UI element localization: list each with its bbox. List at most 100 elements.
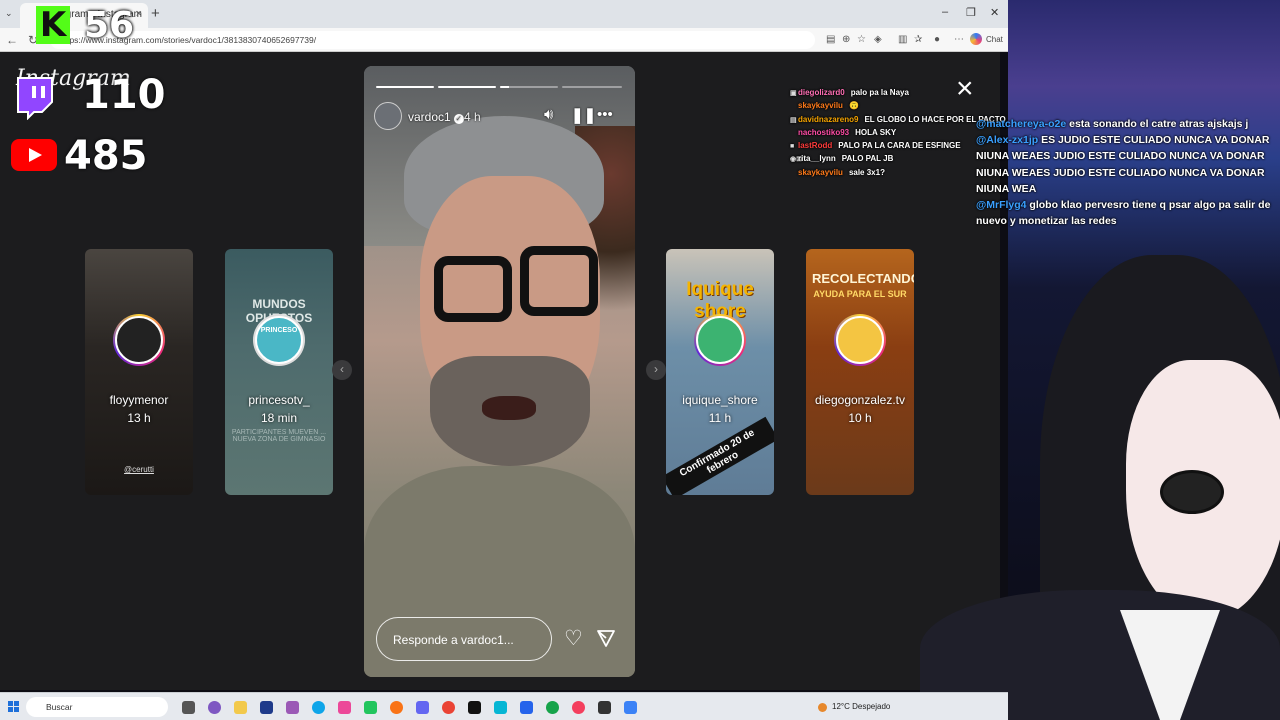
- story-card-iquique-shore[interactable]: Iquique shore iquique_shore 11 h Confirm…: [666, 249, 774, 495]
- app-icon[interactable]: [598, 701, 611, 714]
- copilot-label[interactable]: Chat: [986, 35, 1003, 44]
- pause-icon[interactable]: ❚❚: [571, 106, 596, 124]
- story-progress-segment: [438, 86, 496, 88]
- story-headline: RECOLECTANDO: [812, 271, 914, 286]
- chat-message: skaykayvilu 🙃: [790, 101, 1010, 114]
- app-icon[interactable]: [494, 701, 507, 714]
- story-progress-segment: [376, 86, 434, 88]
- windows-taskbar: ⌕ Buscar 12°C Despejado: [0, 692, 1008, 720]
- story-username: princesotv_: [248, 393, 310, 407]
- story-caption: PARTICIPANTES MUEVEN ... NUEVA ZONA DE G…: [231, 429, 327, 443]
- task-view-icon[interactable]: [182, 701, 195, 714]
- active-story[interactable]: vardoc1 ✓ 4 h 🔊︎ ❚❚ ••• Responde a vardoc…: [364, 66, 635, 677]
- read-mode-icon[interactable]: ▤: [826, 34, 835, 45]
- app-icon[interactable]: [364, 701, 377, 714]
- chat-username[interactable]: diegolizard0: [798, 88, 845, 97]
- favorites-icon[interactable]: ✰: [914, 34, 922, 45]
- copilot-icon[interactable]: [970, 33, 982, 45]
- chat-text: HOLA SKY: [855, 127, 897, 137]
- story-badge: PRINCESO: [260, 327, 298, 334]
- story-time: 18 min: [260, 411, 298, 425]
- next-story-arrow[interactable]: ›: [646, 360, 666, 380]
- kick-viewer-count: 56: [84, 5, 135, 46]
- avatar: [696, 316, 744, 364]
- new-tab-button[interactable]: +: [151, 5, 160, 22]
- volume-icon[interactable]: 🔊︎: [544, 106, 553, 123]
- app-icon[interactable]: [572, 701, 585, 714]
- more-options-icon[interactable]: •••: [597, 106, 613, 123]
- tab-list-chevron-icon[interactable]: ⌄: [5, 8, 13, 19]
- story-card-diegogonzalez[interactable]: RECOLECTANDO AYUDA PARA EL SUR diegogonz…: [806, 249, 914, 495]
- browser-toolbar: ← ↻ https://www.instagram.com/stories/va…: [0, 28, 1008, 52]
- story-username: diegogonzalez.tv: [814, 393, 906, 407]
- windows-start-icon[interactable]: [8, 701, 19, 712]
- app-icon[interactable]: [416, 701, 429, 714]
- like-heart-icon[interactable]: ♡: [564, 626, 583, 651]
- chat-badge-icon: ■: [790, 143, 795, 151]
- story-username-text: vardoc1: [408, 110, 451, 124]
- story-user-avatar[interactable]: [374, 102, 402, 130]
- chat-username[interactable]: lastRodd: [798, 141, 832, 150]
- kick-logo-icon: K: [36, 6, 70, 44]
- story-progress-segment: [562, 86, 622, 88]
- chat-mention[interactable]: @matchereya-o2e: [976, 118, 1066, 130]
- story-tag: @cerutti: [124, 465, 154, 474]
- app-icon[interactable]: [286, 701, 299, 714]
- story-card-princesotv[interactable]: MUNDOS OPUESTOS PRINCESO princesotv_ 18 …: [225, 249, 333, 495]
- address-bar[interactable]: https://www.instagram.com/stories/vardoc…: [50, 31, 815, 49]
- chat-text: esta sonando el catre atras ajskajs j: [1069, 118, 1249, 130]
- story-card-floyymenor[interactable]: floyymenor 13 h @cerutti: [85, 249, 193, 495]
- chat-username[interactable]: rita__lynn: [798, 154, 836, 163]
- side-chat-message: @Alex-zx1jp ES JUDIO ESTE CULIADO NUNCA …: [976, 132, 1276, 197]
- app-icon[interactable]: [338, 701, 351, 714]
- taskbar-search-input[interactable]: Buscar: [26, 697, 168, 717]
- profile-icon[interactable]: ●: [934, 34, 940, 45]
- youtube-viewer-count: 485: [64, 133, 148, 179]
- firefox-icon[interactable]: [390, 701, 403, 714]
- verified-badge-icon: ✓: [453, 114, 464, 124]
- chat-username[interactable]: skaykayvilu: [798, 168, 843, 177]
- chat-username[interactable]: skaykayvilu: [798, 101, 843, 110]
- story-avatar-ring: [253, 314, 305, 366]
- story-username[interactable]: vardoc1 ✓: [408, 110, 464, 124]
- app-v-icon[interactable]: [260, 701, 273, 714]
- share-send-icon[interactable]: [596, 628, 616, 648]
- side-chat-message: @matchereya-o2e esta sonando el catre at…: [976, 116, 1276, 132]
- chat-badge-icon: ▣: [790, 90, 797, 97]
- progress-fill: [376, 86, 434, 88]
- avatar: [115, 316, 163, 364]
- split-screen-icon[interactable]: ▥: [898, 34, 907, 45]
- app-icon[interactable]: [546, 701, 559, 714]
- weather-text[interactable]: 12°C Despejado: [832, 702, 890, 711]
- chat-badge-icon: ▤: [790, 116, 797, 124]
- file-explorer-icon[interactable]: [234, 701, 247, 714]
- zoom-icon[interactable]: ⊕: [842, 34, 850, 45]
- browser-tabbar: ⌄ Instagram • Instagram × + – ❐ ✕: [0, 0, 1008, 28]
- extensions-icon[interactable]: ◈: [874, 34, 882, 45]
- chat-username[interactable]: nachostiko93: [798, 128, 849, 137]
- minimize-button[interactable]: –: [942, 6, 948, 18]
- twitch-logo-icon: [17, 77, 53, 120]
- menu-dots-icon[interactable]: ⋯: [954, 34, 964, 45]
- favorite-star-icon[interactable]: ☆: [857, 34, 866, 45]
- previous-story-arrow[interactable]: ‹: [332, 360, 352, 380]
- close-window-button[interactable]: ✕: [990, 6, 999, 19]
- chrome-icon[interactable]: [442, 701, 455, 714]
- copilot-app-icon[interactable]: [208, 701, 221, 714]
- story-username: floyymenor: [109, 393, 169, 407]
- restore-button[interactable]: ❐: [966, 6, 976, 19]
- back-arrow-icon[interactable]: ←: [6, 33, 18, 47]
- chat-badge-icon: ◉⊠: [790, 156, 802, 164]
- chat-text: palo pa la Naya: [850, 88, 909, 97]
- app-icon[interactable]: [520, 701, 533, 714]
- app-icon[interactable]: [624, 701, 637, 714]
- edge-icon[interactable]: [312, 701, 325, 714]
- app-icon[interactable]: [468, 701, 481, 714]
- chat-mention[interactable]: @Alex-zx1jp: [976, 134, 1038, 146]
- story-glasses-right: [520, 246, 598, 316]
- reply-input[interactable]: Responde a vardoc1...: [376, 617, 552, 661]
- tab-close-icon[interactable]: ×: [136, 8, 142, 20]
- story-time: 4 h: [464, 110, 481, 124]
- chat-mention[interactable]: @MrFlyg4: [976, 199, 1027, 211]
- chat-username[interactable]: davidnazareno9: [798, 115, 858, 124]
